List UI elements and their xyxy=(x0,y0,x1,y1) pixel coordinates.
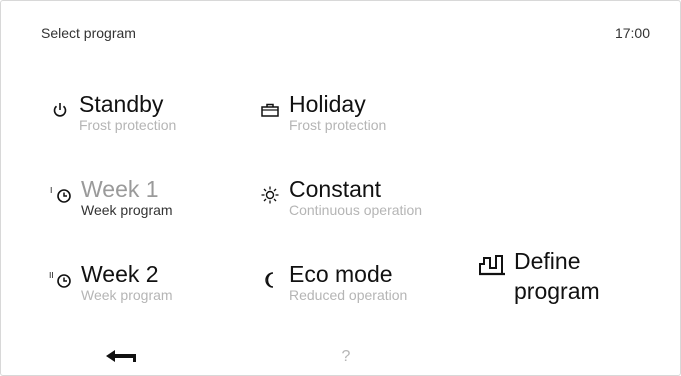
program-description: Week program xyxy=(81,287,173,303)
program-week-2[interactable]: II Week 2 Week program xyxy=(49,261,173,303)
program-description: Reduced operation xyxy=(289,287,408,303)
help-button[interactable]: ? xyxy=(331,345,361,369)
clock: 17:00 xyxy=(614,25,650,41)
define-program-button[interactable]: Define program xyxy=(476,246,600,306)
program-label: Holiday xyxy=(289,91,366,117)
back-button[interactable] xyxy=(101,346,141,370)
program-description: Frost protection xyxy=(289,117,387,133)
program-label: Week 1 xyxy=(81,176,159,202)
page-title: Select program xyxy=(41,25,136,41)
power-icon xyxy=(49,99,71,121)
clock-icon: II xyxy=(49,269,73,291)
suitcase-icon xyxy=(259,99,281,121)
program-label: Week 2 xyxy=(81,261,159,287)
program-holiday[interactable]: Holiday Frost protection xyxy=(259,91,386,133)
program-description: Frost protection xyxy=(79,117,177,133)
program-graph-icon xyxy=(476,252,508,278)
back-arrow-icon xyxy=(104,350,138,366)
program-constant[interactable]: Constant Continuous operation xyxy=(259,176,422,218)
week-badge: I xyxy=(50,186,52,195)
program-description: Continuous operation xyxy=(289,202,423,218)
define-label-line2: program xyxy=(514,278,600,304)
clock-icon: I xyxy=(49,184,73,206)
program-label: Eco mode xyxy=(289,261,393,287)
program-label: Standby xyxy=(79,91,164,117)
program-standby[interactable]: Standby Frost protection xyxy=(49,91,176,133)
moon-icon xyxy=(259,269,281,291)
week-badge: II xyxy=(49,271,54,280)
program-description: Week program xyxy=(81,202,173,218)
program-week-1[interactable]: I Week 1 Week program xyxy=(49,176,173,218)
sun-icon xyxy=(259,184,281,206)
program-select-screen: Select program 17:00 Standby Frost prote… xyxy=(0,0,681,376)
program-eco-mode[interactable]: Eco mode Reduced operation xyxy=(259,261,407,303)
define-label-line1: Define xyxy=(514,248,581,274)
program-label: Constant xyxy=(289,176,382,202)
